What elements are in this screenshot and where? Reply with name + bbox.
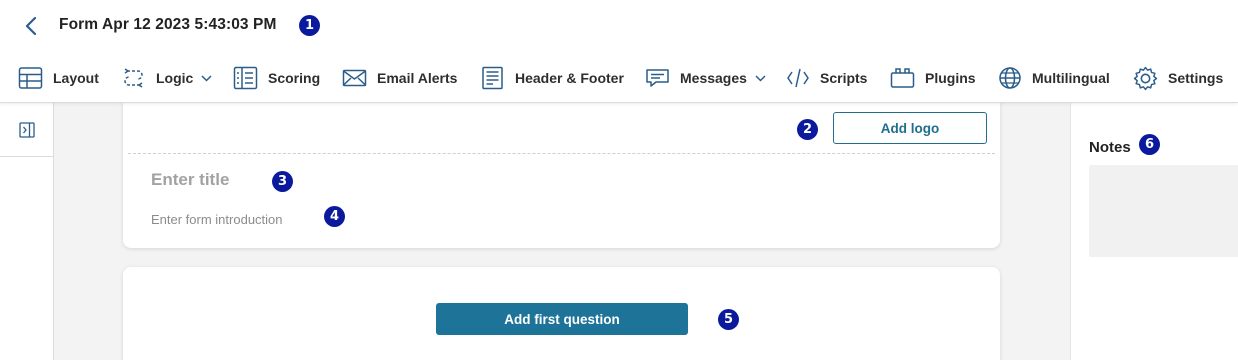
toolbar-scripts-label: Scripts [820, 70, 868, 86]
toolbar-plugins-label: Plugins [925, 70, 976, 86]
toolbar-layout[interactable]: Layout [18, 60, 99, 96]
chevron-down-icon [201, 74, 212, 82]
toolbar-scoring[interactable]: Scoring [233, 60, 320, 96]
toolbar-header-footer[interactable]: Header & Footer [481, 60, 624, 96]
header-footer-icon [481, 66, 505, 90]
annotation-marker: 1 [299, 15, 320, 36]
toolbar-settings-label: Settings [1168, 70, 1224, 86]
layout-icon [18, 66, 43, 90]
code-icon [786, 66, 810, 90]
toolbar-layout-label: Layout [53, 70, 99, 86]
notes-textarea[interactable] [1089, 165, 1238, 257]
chevron-down-icon [755, 74, 766, 82]
expand-panel-button[interactable] [0, 103, 53, 157]
left-panel [0, 103, 54, 360]
toolbar-messages-label: Messages [680, 70, 747, 86]
toolbar-logic-label: Logic [156, 70, 194, 86]
notes-label: Notes [1089, 139, 1131, 156]
envelope-icon [342, 66, 367, 90]
annotation-marker: 5 [718, 309, 739, 330]
annotation-marker: 2 [797, 119, 818, 140]
annotation-marker: 6 [1139, 134, 1160, 155]
toolbar-email-alerts-label: Email Alerts [377, 70, 458, 86]
form-title: Form Apr 12 2023 5:43:03 PM [59, 16, 277, 33]
form-header-card: Add logo [123, 96, 1000, 248]
toolbar-messages[interactable]: Messages [645, 60, 766, 96]
annotation-marker: 4 [324, 206, 345, 227]
toolbar-logic[interactable]: Logic [121, 60, 212, 96]
toolbar-plugins[interactable]: Plugins [890, 60, 976, 96]
toolbar-settings[interactable]: Settings [1133, 60, 1223, 96]
back-button[interactable] [20, 14, 42, 38]
chevron-left-icon [25, 16, 37, 36]
toolbar: Layout Logic Scoring Email Alerts Header… [0, 60, 1238, 96]
toolbar-header-footer-label: Header & Footer [515, 70, 624, 86]
annotation-marker: 3 [272, 171, 293, 192]
logic-icon [121, 66, 146, 90]
divider [128, 153, 995, 154]
sidebar-expand-icon [18, 121, 35, 138]
scoring-icon [233, 66, 258, 90]
toolbar-multilingual-label: Multilingual [1032, 70, 1110, 86]
globe-icon [998, 66, 1022, 90]
add-logo-button[interactable]: Add logo [833, 112, 987, 144]
toolbar-multilingual[interactable]: Multilingual [998, 60, 1110, 96]
form-title-input[interactable] [151, 168, 651, 192]
chat-bubble-icon [645, 66, 670, 90]
toolbar-scripts[interactable]: Scripts [786, 60, 867, 96]
gear-icon [1133, 66, 1158, 91]
add-first-question-button[interactable]: Add first question [436, 303, 688, 335]
toolbar-email-alerts[interactable]: Email Alerts [342, 60, 457, 96]
questions-card: Add first question [123, 267, 1000, 360]
plugin-box-icon [890, 66, 915, 90]
toolbar-scoring-label: Scoring [268, 70, 321, 86]
top-bar: Form Apr 12 2023 5:43:03 PM 1 Layout Log… [0, 0, 1238, 103]
form-introduction-input[interactable] [151, 210, 651, 228]
